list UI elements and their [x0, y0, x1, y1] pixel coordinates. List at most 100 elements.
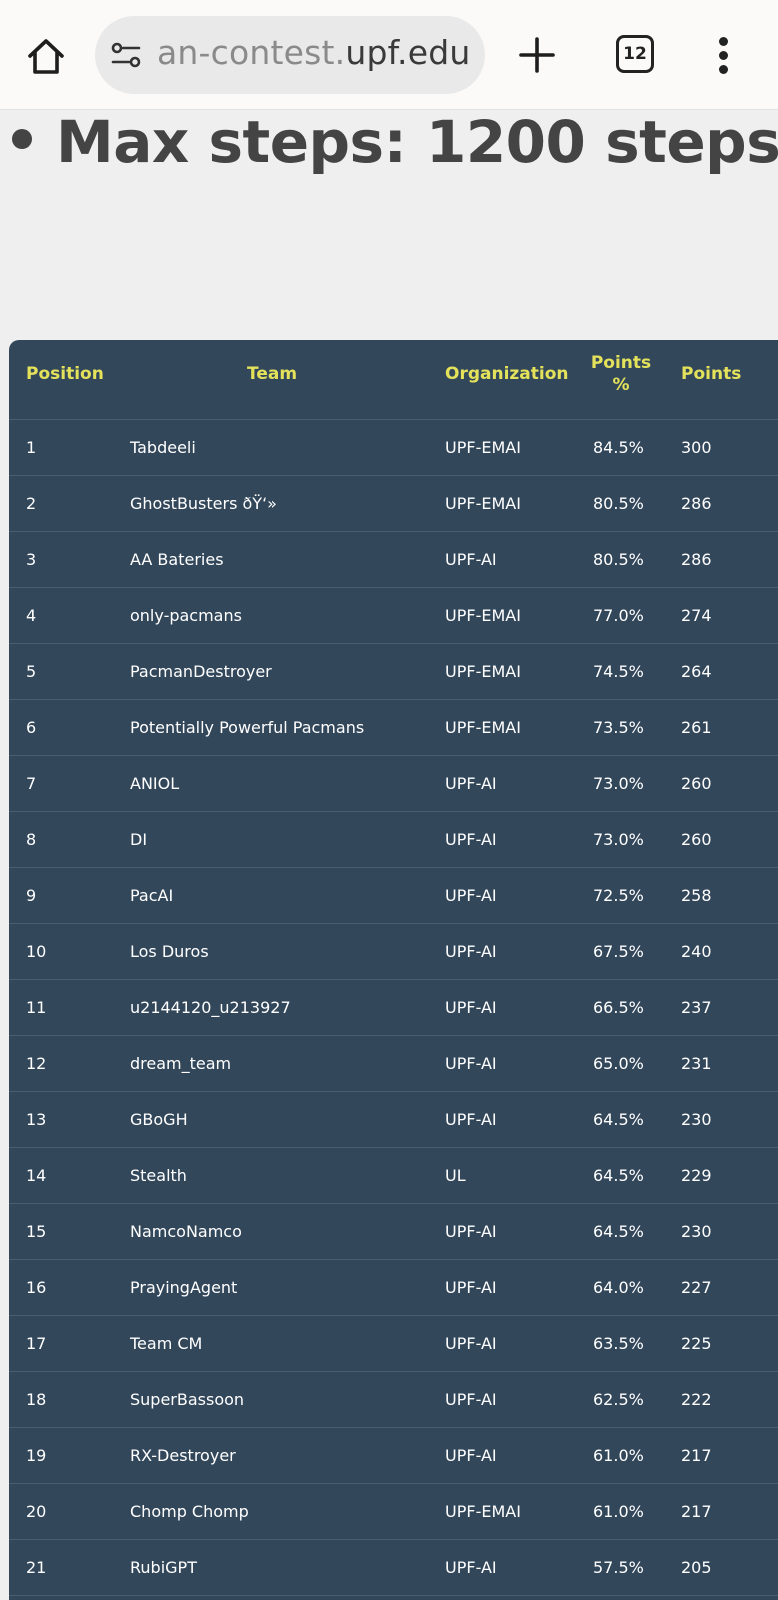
organization-cell: UPF-AI	[445, 550, 497, 569]
points-cell: 217	[681, 1446, 712, 1465]
header-organization[interactable]: Organization	[445, 363, 569, 385]
team-cell: RX-Destroyer	[130, 1446, 236, 1465]
points-percent-cell: 64.5%	[593, 1166, 644, 1185]
points-percent-cell: 63.5%	[593, 1334, 644, 1353]
table-row: 20 Chomp Chomp UPF-EMAI 61.0% 217	[9, 1484, 778, 1540]
position-cell: 14	[26, 1166, 47, 1185]
points-cell: 258	[681, 886, 712, 905]
heading-text: Max steps: 1200 steps	[56, 108, 778, 176]
team-cell: GhostBusters ðŸ‘»	[130, 494, 277, 513]
position-cell: 4	[26, 606, 37, 625]
team-cell: ANIOL	[130, 774, 180, 793]
points-cell: 274	[681, 606, 712, 625]
table-row: 21 RubiGPT UPF-AI 57.5% 205	[9, 1540, 778, 1596]
points-cell: 260	[681, 774, 712, 793]
position-cell: 12	[26, 1054, 47, 1073]
table-row: 9 PacAI UPF-AI 72.5% 258	[9, 868, 778, 924]
points-cell: 264	[681, 662, 712, 681]
team-cell: PacAI	[130, 886, 174, 905]
organization-cell: UPF-AI	[445, 1110, 497, 1129]
position-cell: 21	[26, 1558, 47, 1577]
position-cell: 19	[26, 1446, 47, 1465]
team-cell: GBoGH	[130, 1110, 188, 1129]
table-row: 10 Los Duros UPF-AI 67.5% 240	[9, 924, 778, 980]
position-cell: 8	[26, 830, 37, 849]
address-bar[interactable]: an-contest.upf.edu	[95, 16, 485, 94]
organization-cell: UPF-EMAI	[445, 662, 521, 681]
points-cell: 286	[681, 494, 712, 513]
organization-cell: UPF-AI	[445, 1222, 497, 1241]
organization-cell: UPF-AI	[445, 1390, 497, 1409]
bullet-icon	[12, 129, 32, 149]
points-percent-cell: 73.0%	[593, 774, 644, 793]
organization-cell: UPF-EMAI	[445, 718, 521, 737]
organization-cell: UPF-AI	[445, 1446, 497, 1465]
site-settings-icon[interactable]	[109, 40, 143, 70]
table-row: 11 u2144120_u213927 UPF-AI 66.5% 237	[9, 980, 778, 1036]
position-cell: 17	[26, 1334, 47, 1353]
team-cell: PacmanDestroyer	[130, 662, 272, 681]
points-percent-cell: 62.5%	[593, 1390, 644, 1409]
team-cell: only-pacmans	[130, 606, 242, 625]
points-percent-cell: 64.5%	[593, 1110, 644, 1129]
table-row: 18 SuperBassoon UPF-AI 62.5% 222	[9, 1372, 778, 1428]
points-cell: 300	[681, 438, 712, 457]
points-percent-cell: 80.5%	[593, 494, 644, 513]
table-row: 14 Stealth UL 64.5% 229	[9, 1148, 778, 1204]
team-cell: Team CM	[130, 1334, 203, 1353]
organization-cell: UPF-AI	[445, 886, 497, 905]
points-percent-cell: 84.5%	[593, 438, 644, 457]
new-tab-button[interactable]	[516, 34, 558, 76]
header-points-percent[interactable]: Points %	[587, 352, 655, 396]
points-cell: 229	[681, 1166, 712, 1185]
max-steps-heading: Max steps: 1200 steps	[12, 108, 778, 176]
table-row: 13 GBoGH UPF-AI 64.5% 230	[9, 1092, 778, 1148]
plus-icon	[519, 37, 555, 73]
table-row: 16 PrayingAgent UPF-AI 64.0% 227	[9, 1260, 778, 1316]
points-percent-cell: 64.5%	[593, 1222, 644, 1241]
organization-cell: UPF-EMAI	[445, 494, 521, 513]
table-row: 6 Potentially Powerful Pacmans UPF-EMAI 73.…	[9, 700, 778, 756]
tab-count: 12	[623, 44, 647, 64]
position-cell: 20	[26, 1502, 47, 1521]
points-cell: 225	[681, 1334, 712, 1353]
position-cell: 10	[26, 942, 47, 961]
organization-cell: UPF-AI	[445, 1278, 497, 1297]
position-cell: 6	[26, 718, 37, 737]
position-cell: 15	[26, 1222, 47, 1241]
points-percent-cell: 73.0%	[593, 830, 644, 849]
team-cell: dream_team	[130, 1054, 232, 1073]
points-percent-cell: 72.5%	[593, 886, 644, 905]
position-cell: 1	[26, 438, 37, 457]
points-percent-cell: 65.0%	[593, 1054, 644, 1073]
organization-cell: UL	[445, 1166, 466, 1185]
position-cell: 16	[26, 1278, 47, 1297]
position-cell: 3	[26, 550, 37, 569]
points-cell: 261	[681, 718, 712, 737]
header-points-percent-line1: Points	[590, 353, 652, 373]
team-cell: Los Duros	[130, 942, 209, 961]
header-points[interactable]: Points	[681, 363, 741, 385]
team-cell: RubiGPT	[130, 1558, 197, 1577]
points-cell: 286	[681, 550, 712, 569]
header-position[interactable]: Position	[26, 363, 104, 385]
table-row: 8 DI UPF-AI 73.0% 260	[9, 812, 778, 868]
points-cell: 230	[681, 1222, 712, 1241]
home-button[interactable]	[24, 34, 68, 78]
header-team[interactable]: Team	[247, 363, 297, 385]
points-cell: 231	[681, 1054, 712, 1073]
tabs-button[interactable]: 12	[616, 35, 654, 73]
points-cell: 217	[681, 1502, 712, 1521]
table-row: 7 ANIOL UPF-AI 73.0% 260	[9, 756, 778, 812]
url-prefix: an-contest.	[157, 33, 346, 72]
points-cell: 240	[681, 942, 712, 961]
organization-cell: UPF-AI	[445, 774, 497, 793]
points-percent-cell: 57.5%	[593, 1558, 644, 1577]
more-vert-icon[interactable]	[716, 37, 730, 75]
url-text[interactable]: an-contest.upf.edu	[157, 33, 471, 72]
points-percent-cell: 67.5%	[593, 942, 644, 961]
organization-cell: UPF-AI	[445, 942, 497, 961]
points-percent-cell: 80.5%	[593, 550, 644, 569]
header-points-percent-line2: %	[612, 375, 630, 395]
position-cell: 9	[26, 886, 37, 905]
